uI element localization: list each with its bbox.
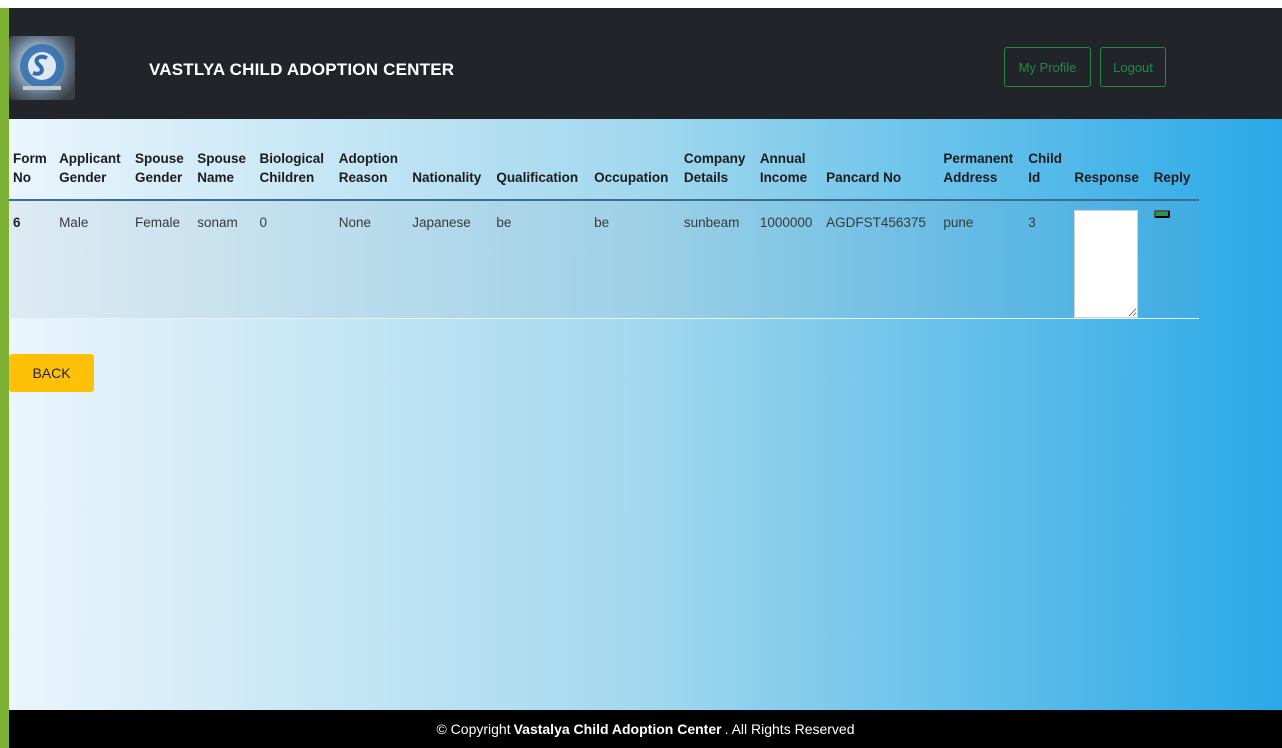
logout-button[interactable]: Logout — [1100, 47, 1166, 87]
col-form-no: Form No — [9, 145, 56, 201]
footer: © Copyright Vastalya Child Adoption Cent… — [9, 710, 1282, 748]
cell-permanent-address: pune — [939, 200, 1025, 319]
cell-child-id: 3 — [1024, 200, 1071, 319]
col-occupation: Occupation — [590, 145, 680, 201]
col-nationality: Nationality — [408, 145, 493, 201]
footer-suffix: . All Rights Reserved — [724, 721, 855, 737]
cell-adoption-reason: None — [334, 200, 409, 319]
cell-company-details: sunbeam — [679, 200, 756, 319]
cell-occupation: be — [590, 200, 680, 319]
left-edge-bar — [0, 8, 9, 748]
table-row: 6 Male Female sonam 0 None Japanese be b… — [9, 200, 1199, 319]
main-content: Form No Applicant Gender Spouse Gender Spou… — [9, 119, 1282, 710]
cell-pancard-no: AGDFST456375 — [822, 200, 940, 319]
brand-title: VASTLYA CHILD ADOPTION CENTER — [149, 60, 455, 79]
cell-nationality: Japanese — [408, 200, 493, 319]
cell-form-no: 6 — [9, 200, 56, 319]
cell-reply — [1149, 200, 1199, 319]
adoption-forms-table: Form No Applicant Gender Spouse Gender Spou… — [9, 145, 1199, 319]
reply-button[interactable] — [1153, 210, 1170, 218]
col-pancard-no: Pancard No — [822, 145, 940, 201]
cell-annual-income: 1000000 — [755, 200, 823, 319]
col-adoption-reason: Adoption Reason — [334, 145, 409, 201]
col-permanent-address: Permanent Address — [939, 145, 1025, 201]
cell-spouse-gender: Female — [131, 200, 194, 319]
cell-biological-children: 0 — [255, 200, 335, 319]
col-annual-income: Annual Income — [755, 145, 823, 201]
cell-spouse-name: sonam — [193, 200, 256, 319]
col-reply: Reply — [1149, 145, 1199, 201]
footer-prefix: © Copyright — [436, 721, 511, 737]
cell-applicant-gender: Male — [55, 200, 132, 319]
my-profile-button[interactable]: My Profile — [1004, 47, 1091, 87]
col-spouse-gender: Spouse Gender — [131, 145, 194, 201]
cell-qualification: be — [492, 200, 591, 319]
top-navbar: VASTLYA CHILD ADOPTION CENTER My Profile… — [9, 8, 1282, 119]
col-child-id: Child Id — [1024, 145, 1071, 201]
footer-company-name: Vastalya Child Adoption Center — [513, 721, 722, 737]
center-logo-icon — [9, 36, 75, 100]
col-applicant-gender: Applicant Gender — [55, 145, 132, 201]
cell-response — [1070, 200, 1150, 319]
table-header-row: Form No Applicant Gender Spouse Gender Spou… — [9, 145, 1199, 201]
col-response: Response — [1070, 145, 1150, 201]
page-frame: VASTLYA CHILD ADOPTION CENTER My Profile… — [9, 8, 1282, 748]
col-qualification: Qualification — [492, 145, 591, 201]
response-textarea[interactable] — [1074, 210, 1139, 318]
col-company-details: Company Details — [679, 145, 756, 201]
col-spouse-name: Spouse Name — [193, 145, 256, 201]
col-biological-children: Biological Children — [255, 145, 335, 201]
back-button[interactable]: BACK — [9, 354, 94, 392]
